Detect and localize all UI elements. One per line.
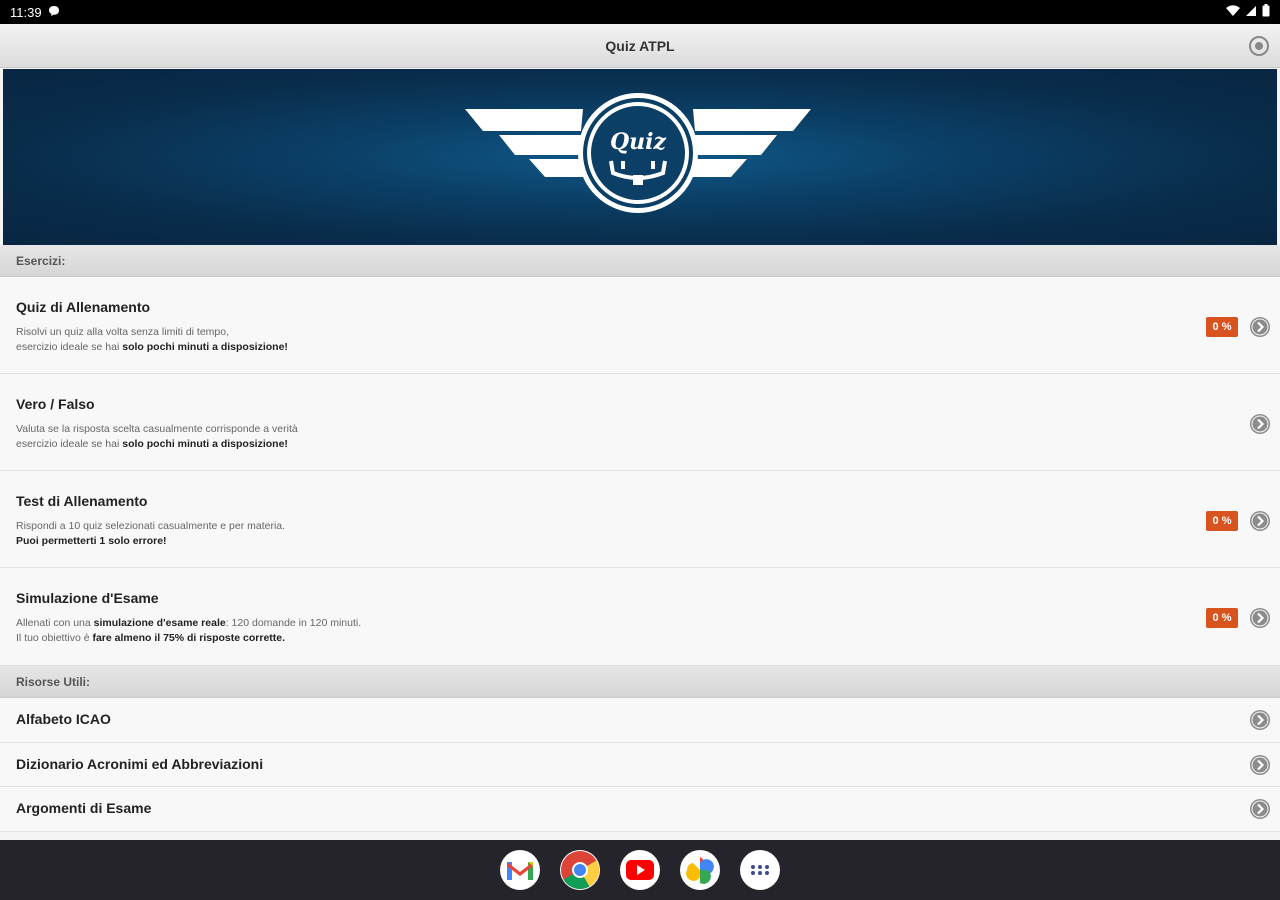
list-item-alfabeto-icao[interactable]: Alfabeto ICAO <box>0 698 1280 743</box>
list-item-argomenti-esame[interactable]: Argomenti di Esame <box>0 787 1280 832</box>
battery-icon <box>1262 4 1270 20</box>
gmail-icon[interactable] <box>500 850 540 890</box>
chevron-right-icon[interactable] <box>1249 709 1271 731</box>
logo-text: Quiz <box>610 129 667 155</box>
youtube-icon[interactable] <box>620 850 660 890</box>
progress-badge: 0 % <box>1206 608 1238 628</box>
wifi-icon <box>1226 4 1240 20</box>
list-item-quiz-allenamento[interactable]: Quiz di Allenamento Risolvi un quiz alla… <box>0 277 1280 374</box>
app-title: Quiz ATPL <box>605 37 675 54</box>
item-title: Quiz di Allenamento <box>16 299 151 315</box>
item-title: Vero / Falso <box>16 396 95 412</box>
quiz-logo-icon: Quiz <box>465 93 811 213</box>
section-header-resources: Risorse Utili: <box>0 666 1280 698</box>
item-title: Simulazione d'Esame <box>16 590 159 606</box>
progress-badge: 0 % <box>1206 317 1238 337</box>
item-description: Allenati con una simulazione d'esame rea… <box>16 617 362 644</box>
taskbar-dock <box>0 840 1280 900</box>
settings-icon[interactable] <box>1248 35 1270 57</box>
chevron-right-icon[interactable] <box>1249 316 1271 338</box>
item-title: Alfabeto ICAO <box>16 711 111 727</box>
item-title: Test di Allenamento <box>16 493 148 509</box>
item-description: Rispondi a 10 quiz selezionati casualmen… <box>16 520 286 547</box>
status-bar: 11:39 <box>0 0 1280 24</box>
photos-icon[interactable] <box>680 850 720 890</box>
app-drawer-icon[interactable] <box>740 850 780 890</box>
chrome-icon[interactable] <box>560 850 600 890</box>
list-item-test-allenamento[interactable]: Test di Allenamento Rispondi a 10 quiz s… <box>0 471 1280 568</box>
list-item-vero-falso[interactable]: Vero / Falso Valuta se la risposta scelt… <box>0 374 1280 471</box>
app-bar: Quiz ATPL <box>0 24 1280 68</box>
chat-notification-icon <box>48 5 60 20</box>
status-time: 11:39 <box>10 4 42 20</box>
chevron-right-icon[interactable] <box>1249 754 1271 776</box>
item-title: Dizionario Acronimi ed Abbreviazioni <box>16 756 264 772</box>
header-banner: Quiz <box>3 69 1277 245</box>
progress-badge: 0 % <box>1206 511 1238 531</box>
list-item-dizionario[interactable]: Dizionario Acronimi ed Abbreviazioni <box>0 743 1280 787</box>
signal-icon <box>1245 5 1257 20</box>
list-item-simulazione-esame[interactable]: Simulazione d'Esame Allenati con una sim… <box>0 568 1280 666</box>
item-description: Valuta se la risposta scelta casualmente… <box>16 423 298 450</box>
chevron-right-icon[interactable] <box>1249 607 1271 629</box>
chevron-right-icon[interactable] <box>1249 510 1271 532</box>
item-title: Argomenti di Esame <box>16 800 152 816</box>
chevron-right-icon[interactable] <box>1249 413 1271 435</box>
chevron-right-icon[interactable] <box>1249 798 1271 820</box>
section-header-exercises: Esercizi: <box>0 245 1280 277</box>
item-description: Risolvi un quiz alla volta senza limiti … <box>16 326 288 353</box>
